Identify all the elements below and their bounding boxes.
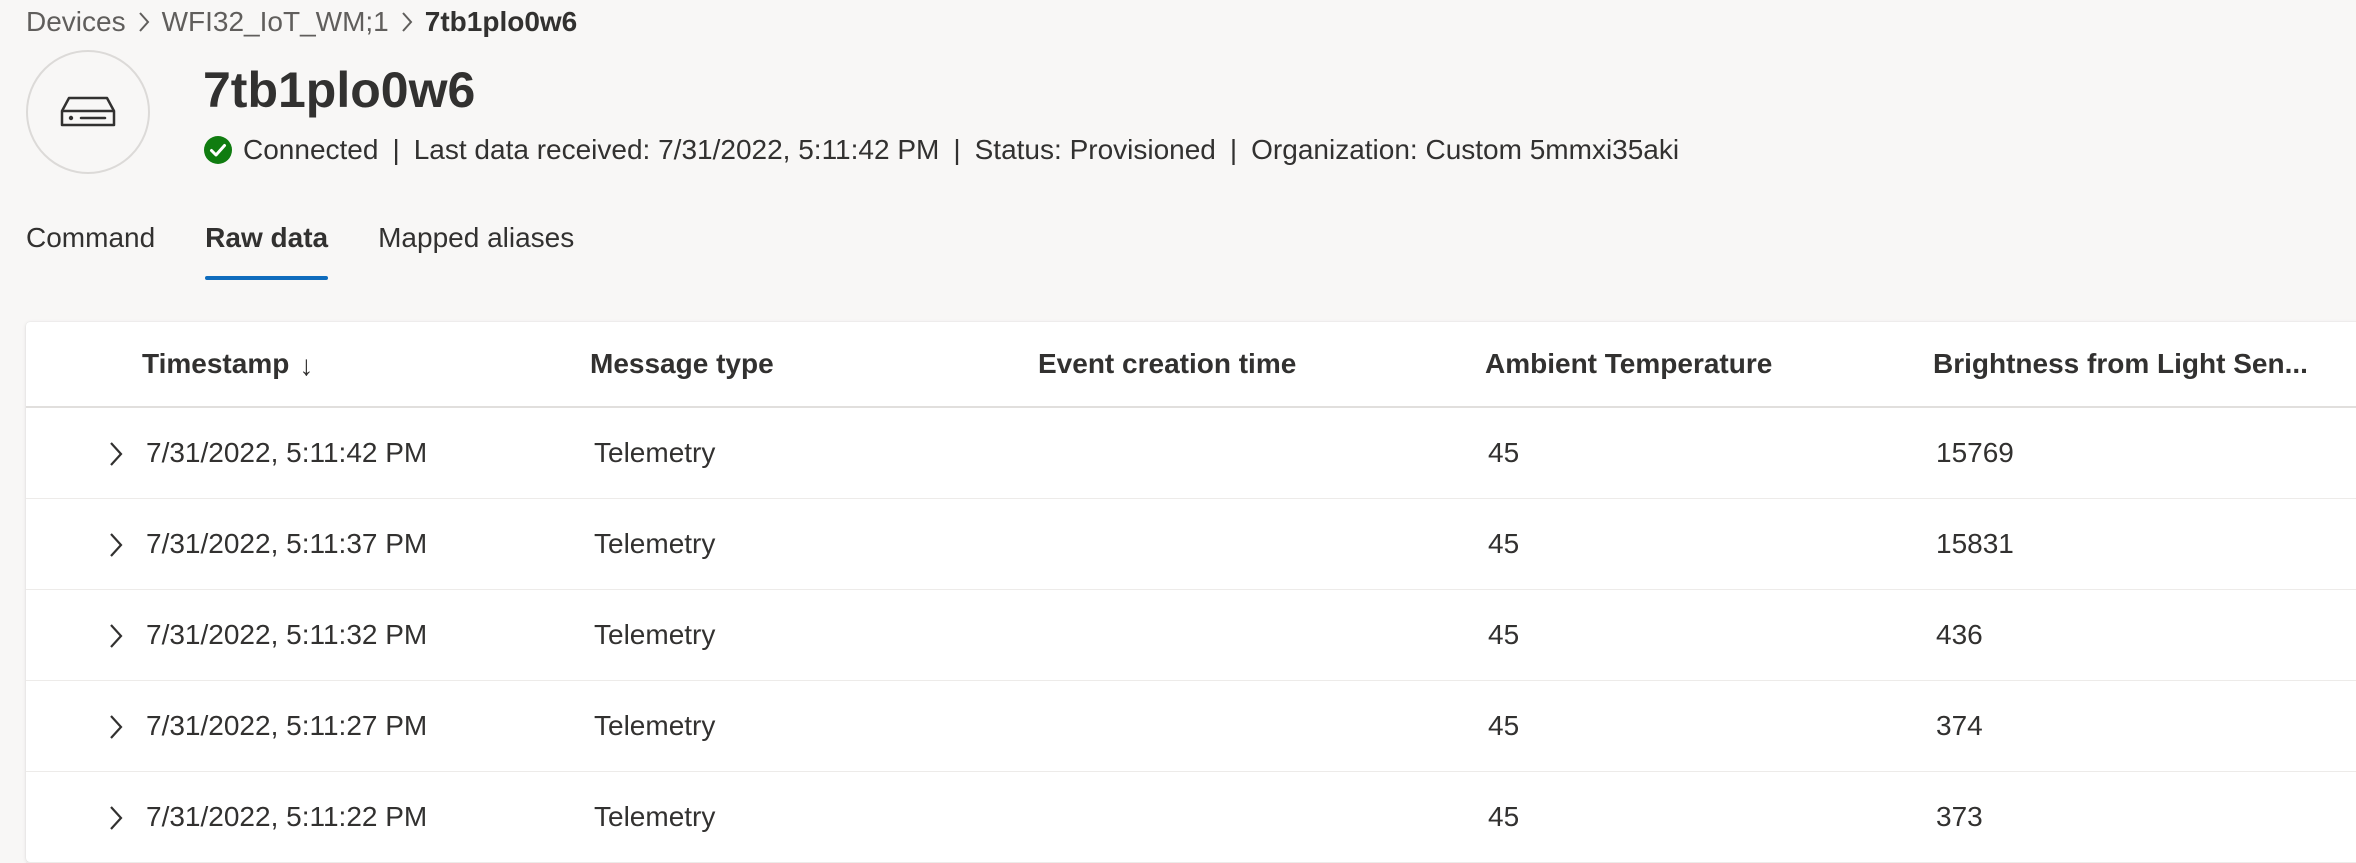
breadcrumb-devices[interactable]: Devices (26, 6, 126, 38)
chevron-right-icon[interactable] (100, 618, 132, 654)
cell-timestamp: 7/31/2022, 5:11:32 PM (146, 619, 428, 650)
cell-ambient-temperature: 45 (1488, 801, 1520, 832)
cell-timestamp: 7/31/2022, 5:11:27 PM (146, 710, 428, 741)
tab-list: Command Raw data Mapped aliases (26, 218, 624, 280)
table-row[interactable]: 7/31/2022, 5:11:42 PM Telemetry 45 15769 (26, 408, 2356, 499)
breadcrumb: Devices WFI32_IoT_WM;1 7tb1plo0w6 (26, 6, 577, 38)
chevron-right-icon[interactable] (100, 709, 132, 745)
sort-descending-icon: ↓ (299, 349, 314, 381)
cell-ambient-temperature: 45 (1488, 710, 1520, 741)
column-header-event-creation-time[interactable]: Event creation time (1038, 344, 1296, 384)
cell-brightness: 436 (1936, 619, 1983, 650)
chevron-right-icon (130, 6, 158, 38)
cell-ambient-temperature: 45 (1488, 528, 1520, 559)
status-divider: | (953, 134, 961, 165)
cell-message-type: Telemetry (594, 619, 716, 650)
table-row[interactable]: 7/31/2022, 5:11:32 PM Telemetry 45 436 (26, 590, 2356, 681)
cell-brightness: 15769 (1936, 437, 2014, 468)
page-title: 7tb1plo0w6 (203, 62, 476, 118)
avatar (26, 50, 150, 174)
cell-timestamp: 7/31/2022, 5:11:22 PM (146, 801, 428, 832)
status-divider: | (392, 134, 400, 165)
column-header-label: Timestamp (142, 348, 290, 379)
cell-ambient-temperature: 45 (1488, 437, 1520, 468)
table-row[interactable]: 7/31/2022, 5:11:37 PM Telemetry 45 15831 (26, 499, 2356, 590)
cell-ambient-temperature: 45 (1488, 619, 1520, 650)
raw-data-table: Timestamp ↓ Message type Event creation t… (26, 322, 2356, 863)
status-divider: | (1229, 134, 1238, 165)
cell-message-type: Telemetry (594, 437, 716, 468)
chevron-right-icon (393, 6, 421, 38)
cell-message-type: Telemetry (594, 528, 716, 559)
cell-message-type: Telemetry (594, 801, 716, 832)
organization: Organization: Custom 5mmxi35aki (1251, 134, 1680, 165)
table-row[interactable]: 7/31/2022, 5:11:27 PM Telemetry 45 374 (26, 681, 2356, 772)
device-icon (60, 96, 116, 127)
tab-mapped-aliases[interactable]: Mapped aliases (378, 218, 574, 280)
breadcrumb-template[interactable]: WFI32_IoT_WM;1 (162, 6, 389, 38)
cell-message-type: Telemetry (594, 710, 716, 741)
last-data-received: Last data received: 7/31/2022, 5:11:42 P… (413, 134, 940, 165)
provisioning-status: Status: Provisioned (974, 134, 1216, 165)
cell-timestamp: 7/31/2022, 5:11:37 PM (146, 528, 428, 559)
cell-timestamp: 7/31/2022, 5:11:42 PM (146, 437, 428, 468)
table-row[interactable]: 7/31/2022, 5:11:22 PM Telemetry 45 373 (26, 772, 2356, 863)
column-header-timestamp[interactable]: Timestamp ↓ (142, 344, 313, 386)
chevron-right-icon[interactable] (100, 436, 132, 472)
connection-status: Connected (243, 134, 379, 165)
cell-brightness: 373 (1936, 801, 1983, 832)
column-header-ambient-temperature[interactable]: Ambient Temperature (1485, 344, 1772, 384)
table-header: Timestamp ↓ Message type Event creation t… (26, 322, 2356, 408)
breadcrumb-current-device: 7tb1plo0w6 (424, 6, 578, 37)
device-status-line: Connected | Last data received: 7/31/202… (203, 130, 1679, 170)
check-circle-icon (203, 135, 233, 165)
chevron-right-icon[interactable] (100, 800, 132, 836)
column-header-brightness[interactable]: Brightness from Light Sen... (1933, 344, 2308, 384)
column-header-message-type[interactable]: Message type (590, 344, 774, 384)
tab-command[interactable]: Command (26, 218, 155, 280)
table-body: 7/31/2022, 5:11:42 PM Telemetry 45 15769… (26, 408, 2356, 863)
chevron-right-icon[interactable] (100, 527, 132, 563)
tab-raw-data[interactable]: Raw data (205, 218, 328, 280)
cell-brightness: 15831 (1936, 528, 2014, 559)
cell-brightness: 374 (1936, 710, 1983, 741)
